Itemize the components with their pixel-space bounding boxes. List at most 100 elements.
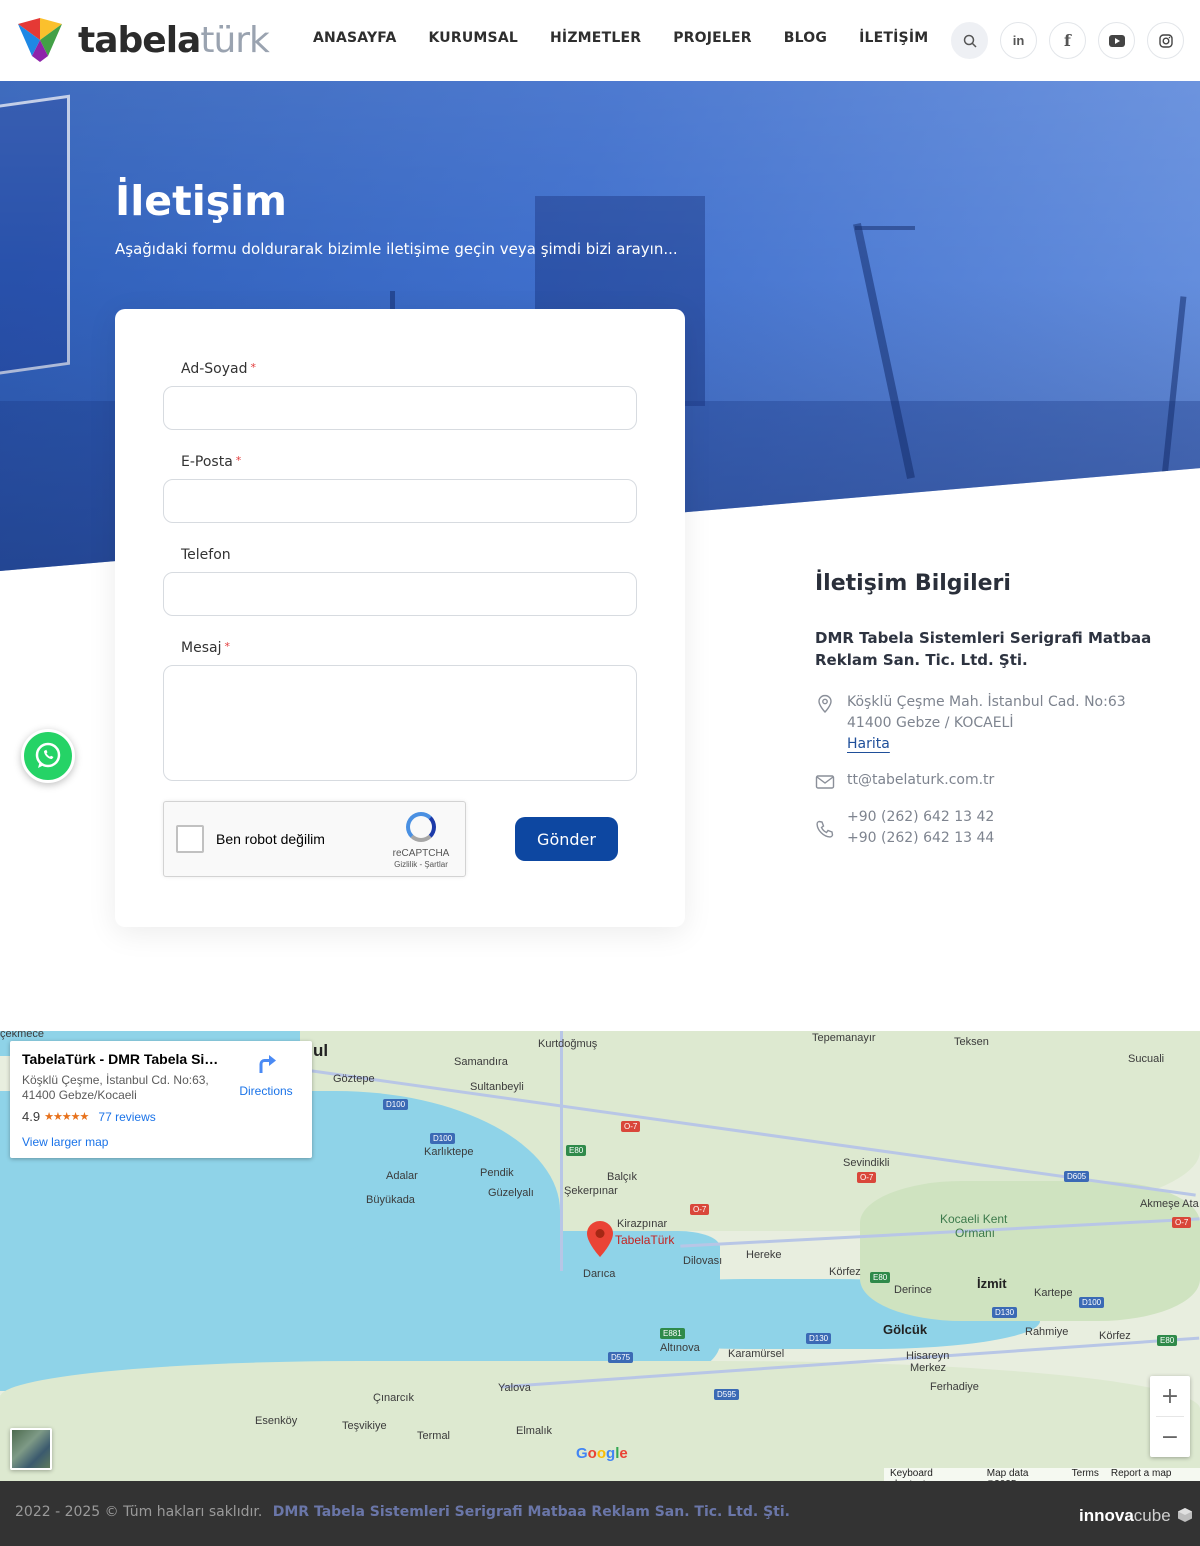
map-label: Kurtdoğmuş — [538, 1038, 598, 1050]
zoom-out-button[interactable]: − — [1150, 1417, 1190, 1457]
road-shield: D605 — [1064, 1171, 1090, 1182]
map-label: Dilovası — [683, 1255, 723, 1267]
message-field[interactable] — [163, 665, 637, 781]
map-label: Karamürsel — [728, 1348, 785, 1360]
facebook-button[interactable]: f — [1049, 22, 1086, 59]
map-label: Büyükada — [366, 1194, 415, 1206]
road-shield: E80 — [1157, 1335, 1178, 1346]
copyright-text: 2022 - 2025 © Tüm hakları saklıdır. — [15, 1504, 263, 1520]
phone-list: +90 (262) 642 13 42 +90 (262) 642 13 44 — [847, 807, 994, 849]
nav-item-anasayfa[interactable]: ANASAYFA — [313, 30, 397, 46]
place-address: Köşklü Çeşme, İstanbul Cd. No:63, 41400 … — [22, 1073, 209, 1102]
map-label: Kartepe — [1034, 1287, 1073, 1299]
linkedin-icon: in — [1012, 33, 1025, 48]
map-label: ul — [313, 1041, 329, 1060]
recaptcha-terms[interactable]: Gizlilik - Şartlar — [391, 860, 451, 869]
map-label: Elmalık — [516, 1425, 553, 1437]
map-label: Pendik — [480, 1167, 514, 1179]
submit-button[interactable]: Gönder — [515, 817, 618, 861]
map-label: çekmece — [0, 1031, 45, 1040]
email-label: E-Posta * — [181, 454, 242, 470]
youtube-button[interactable] — [1098, 22, 1135, 59]
map-label: Karlıktepe — [424, 1146, 474, 1158]
map-attribution: Keyboard shortcuts Map data ©2025 Terms … — [884, 1468, 1200, 1481]
larger-map-link[interactable]: View larger map — [22, 1135, 108, 1149]
zoom-in-button[interactable]: + — [1150, 1376, 1190, 1416]
nav-item-kurumsal[interactable]: KURUMSAL — [429, 30, 519, 46]
map-label: Kirazpınar — [617, 1218, 668, 1230]
name-field[interactable] — [163, 386, 637, 430]
directions-icon — [259, 1055, 276, 1073]
youtube-icon — [1108, 34, 1125, 47]
map-label: Hereke — [746, 1249, 782, 1261]
instagram-button[interactable] — [1147, 22, 1184, 59]
road-shield: O-7 — [857, 1172, 877, 1183]
phone-link-1[interactable]: +90 (262) 642 13 42 — [847, 807, 994, 828]
directions-label: Directions — [239, 1084, 293, 1098]
map-label: Esenköy — [255, 1415, 298, 1427]
map-label: Ormanı — [955, 1226, 996, 1240]
instagram-icon — [1158, 33, 1173, 48]
map-label: Körfez — [1099, 1330, 1131, 1342]
map-link[interactable]: Harita — [847, 736, 890, 752]
map-label: Tepemanayır — [812, 1032, 876, 1044]
report-error-link[interactable]: Report a map error — [1111, 1468, 1194, 1481]
map-label: Hisareyn — [906, 1350, 950, 1362]
nav-item-hizmetler[interactable]: HİZMETLER — [550, 30, 641, 46]
map-pin-label[interactable]: TabelaTürk — [615, 1233, 674, 1247]
email-field[interactable] — [163, 479, 637, 523]
logo-icon — [18, 18, 62, 62]
map-label: Yalova — [498, 1382, 531, 1394]
map-label: Sucuali — [1128, 1053, 1165, 1065]
road-shield: E80 — [566, 1145, 587, 1156]
phone-link-2[interactable]: +90 (262) 642 13 44 — [847, 828, 994, 849]
road-shield: D100 — [383, 1099, 409, 1110]
phone-icon — [816, 820, 834, 838]
search-button[interactable] — [951, 22, 988, 59]
map-label: Körfez — [829, 1266, 861, 1278]
road-shield: O-7 — [690, 1204, 710, 1215]
main-nav: ANASAYFA KURUMSAL HİZMETLER PROJELER BLO… — [313, 30, 960, 46]
keyboard-shortcuts-link[interactable]: Keyboard shortcuts — [890, 1468, 975, 1481]
terms-link[interactable]: Terms — [1072, 1468, 1099, 1481]
site-header: tabelatürk ANASAYFA KURUMSAL HİZMETLER P… — [0, 0, 1200, 81]
email-link[interactable]: tt@tabelaturk.com.tr — [847, 770, 994, 792]
nav-item-iletisim[interactable]: İLETİŞİM — [859, 30, 928, 46]
map-label: Sevindikli — [843, 1157, 890, 1169]
place-rating: 4.9 ★★★★★ 77 reviews — [22, 1109, 156, 1124]
nav-item-blog[interactable]: BLOG — [784, 30, 827, 46]
star-icon: ★★★★★ — [44, 1111, 89, 1123]
recaptcha-widget: Ben robot değilim reCAPTCHA Gizlilik - Ş… — [163, 801, 466, 877]
map-label: Merkez — [910, 1362, 947, 1374]
site-footer: 2022 - 2025 © Tüm hakları saklıdır. DMR … — [0, 1481, 1200, 1546]
linkedin-button[interactable]: in — [1000, 22, 1037, 59]
recaptcha-checkbox[interactable] — [176, 825, 204, 853]
rating-value: 4.9 — [22, 1109, 41, 1124]
recaptcha-logo: reCAPTCHA Gizlilik - Şartlar — [391, 812, 451, 869]
directions-button[interactable]: Directions — [238, 1053, 294, 1098]
map-label: Teşvikiye — [342, 1420, 387, 1432]
map-label: Şekerpınar — [564, 1185, 618, 1197]
footer-copyright: 2022 - 2025 © Tüm hakları saklıdır. DMR … — [15, 1504, 790, 1520]
phone-row: +90 (262) 642 13 42 +90 (262) 642 13 44 — [815, 807, 994, 849]
map-label: Sultanbeyli — [470, 1081, 524, 1093]
whatsapp-button[interactable] — [21, 729, 75, 783]
whatsapp-icon — [35, 742, 61, 768]
logo[interactable]: tabelatürk — [16, 16, 270, 64]
google-map[interactable]: çekmece ul Kurtdoğmuş Tepemanayır Teksen… — [0, 1031, 1200, 1481]
address-text: Köşklü Çeşme Mah. İstanbul Cad. No:63 41… — [847, 692, 1126, 755]
map-zoom-controls: + − — [1150, 1376, 1190, 1457]
email-row: tt@tabelaturk.com.tr — [815, 770, 994, 792]
address-row: Köşklü Çeşme Mah. İstanbul Cad. No:63 41… — [815, 692, 1126, 755]
map-pin-icon[interactable] — [587, 1221, 613, 1257]
nav-item-projeler[interactable]: PROJELER — [673, 30, 752, 46]
recaptcha-brand: reCAPTCHA — [392, 848, 450, 859]
road-shield: D100 — [1079, 1297, 1105, 1308]
page-title: İletişim — [115, 177, 287, 225]
footer-company: DMR Tabela Sistemleri Serigrafi Matbaa R… — [272, 1504, 790, 1520]
reviews-link[interactable]: 77 reviews — [98, 1110, 155, 1124]
phone-field[interactable] — [163, 572, 637, 616]
recaptcha-icon — [406, 812, 436, 842]
developer-logo[interactable]: innovacube — [1079, 1506, 1193, 1526]
satellite-layer-toggle[interactable] — [10, 1428, 52, 1470]
